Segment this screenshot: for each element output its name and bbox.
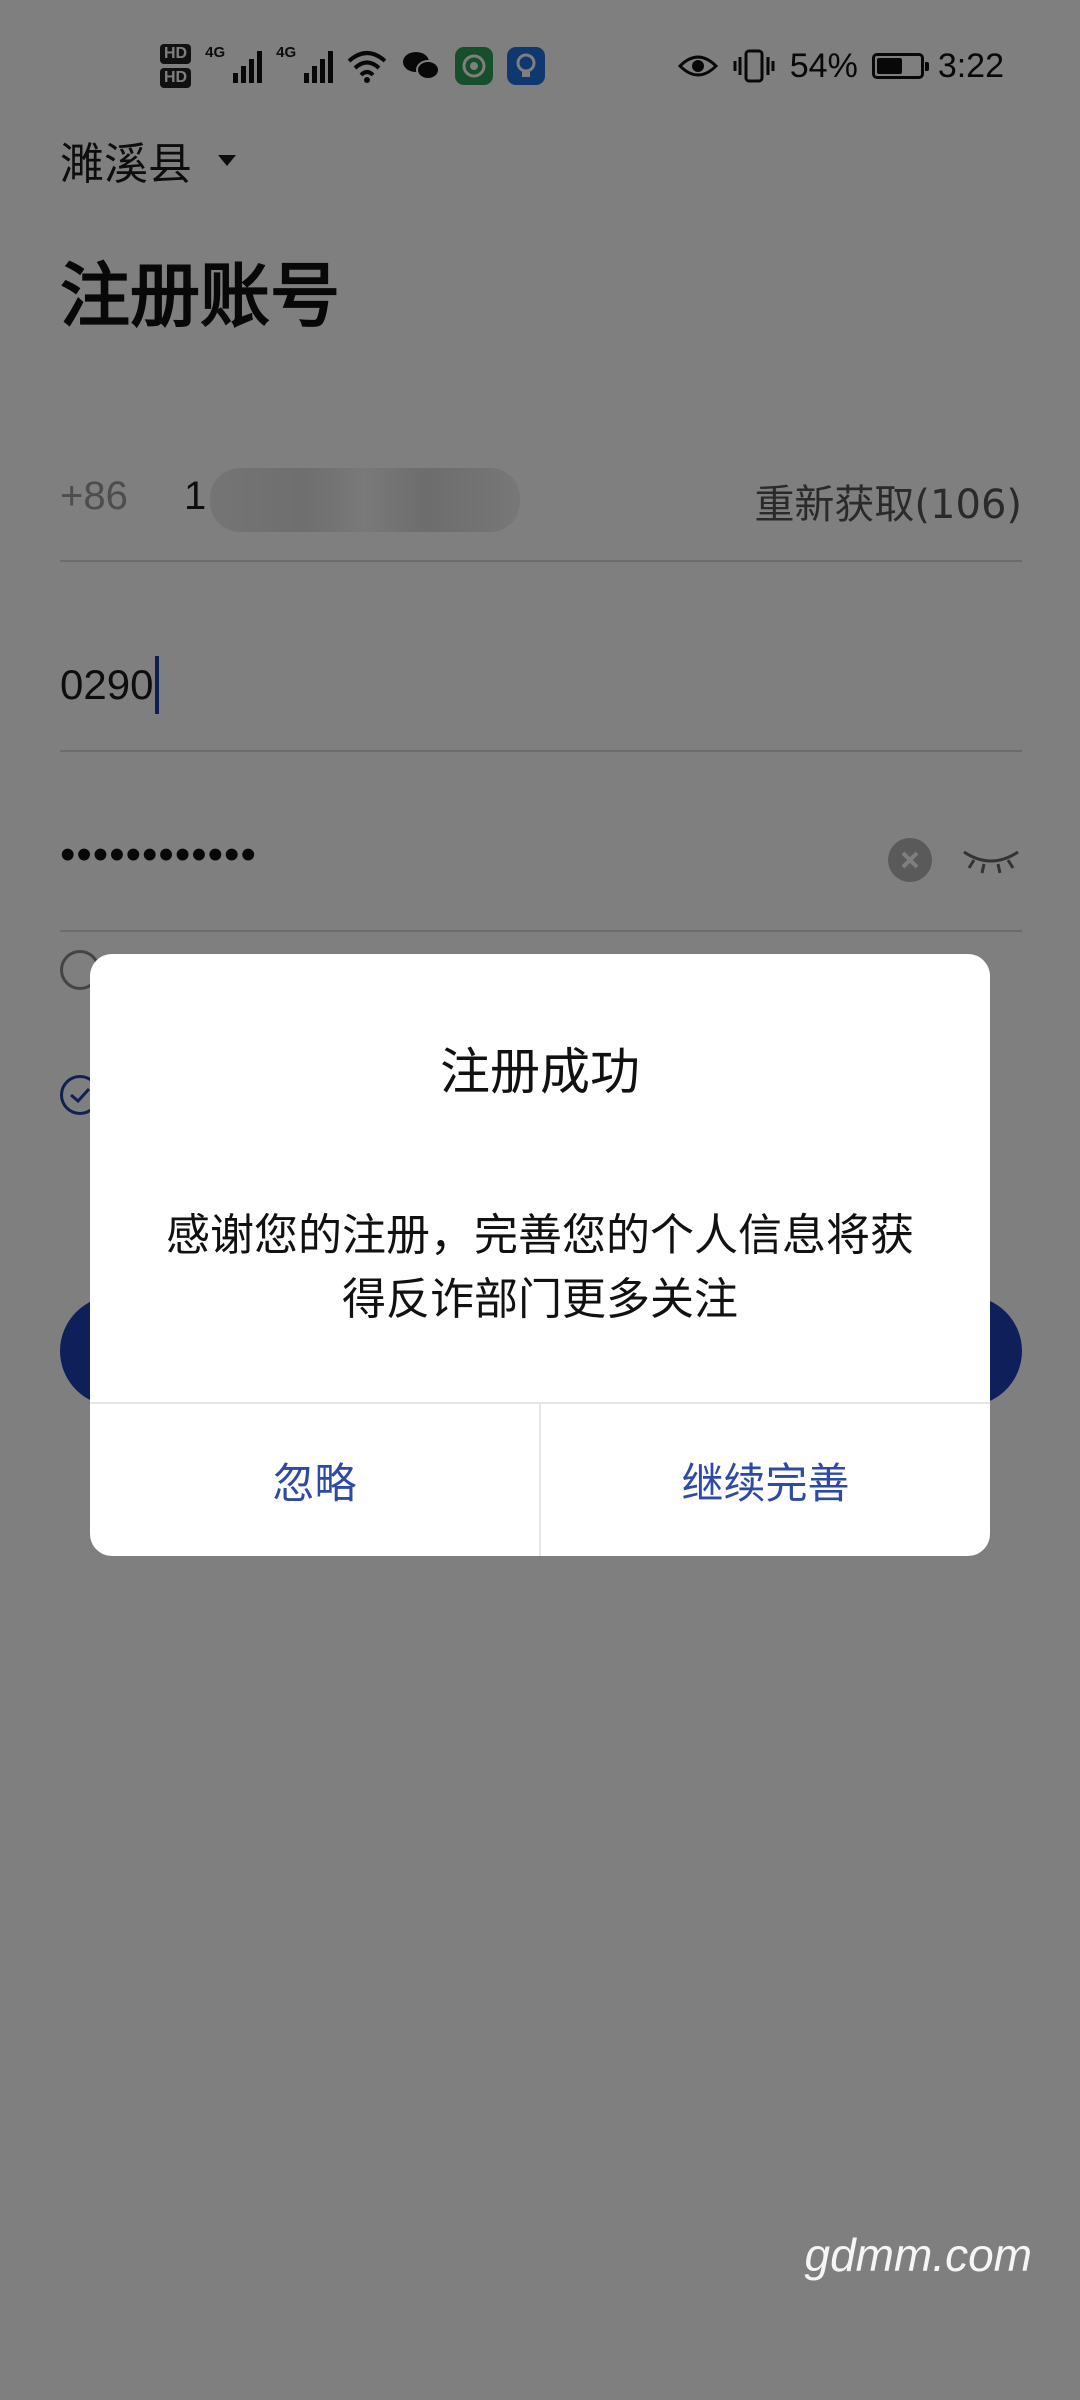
registration-success-dialog: 注册成功 感谢您的注册，完善您的个人信息将获得反诈部门更多关注 忽略 继续完善: [90, 954, 990, 1556]
screen: HD HD 4G 4G: [0, 0, 1080, 2400]
watermark: gdmm.com: [804, 2229, 1032, 2281]
ignore-button[interactable]: 忽略: [90, 1404, 539, 1556]
dialog-title: 注册成功: [440, 1043, 640, 1101]
continue-complete-button[interactable]: 继续完善: [541, 1404, 990, 1556]
dialog-message: 感谢您的注册，完善您的个人信息将获得反诈部门更多关注: [166, 1210, 914, 1325]
